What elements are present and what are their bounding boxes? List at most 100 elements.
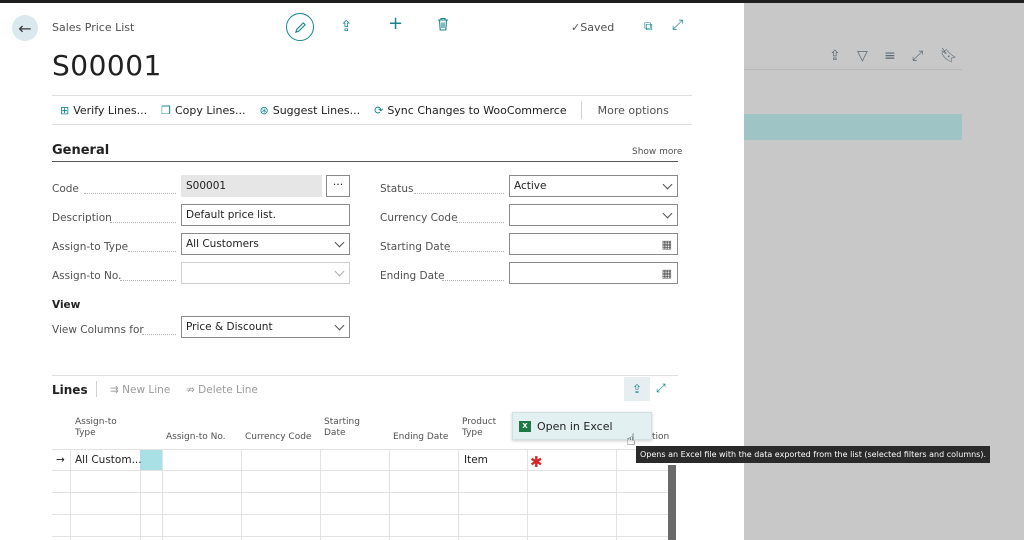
page-title: S00001 (52, 49, 162, 82)
general-section-title[interactable]: General (52, 143, 109, 158)
column-header-product-type[interactable]: Product Type (462, 417, 512, 439)
back-button[interactable]: ← (12, 15, 38, 41)
lines-title[interactable]: Lines (52, 383, 88, 397)
chevron-down-icon (662, 179, 673, 190)
grid-col-divider (458, 449, 459, 540)
column-header-starting-date[interactable]: Starting Date (324, 417, 374, 439)
chevron-down-icon (334, 266, 345, 277)
description-field[interactable]: Default price list. (181, 204, 350, 226)
trash-icon[interactable] (437, 17, 449, 35)
chevron-down-icon (662, 208, 673, 219)
sync-woocommerce-action[interactable]: ⟳ Sync Changes to WooCommerce (374, 104, 567, 117)
saved-status: ✓Saved (571, 21, 615, 34)
action-divider (580, 101, 582, 119)
grid-col-divider (70, 449, 71, 540)
row-arrow-icon[interactable]: → (56, 454, 65, 466)
grid-row-divider (52, 536, 668, 537)
code-assist-button[interactable]: ··· (326, 175, 350, 197)
calendar-icon[interactable]: ▦ (662, 267, 672, 280)
list-icon: ≡ (884, 48, 896, 64)
new-line-icon: ⇉ (110, 384, 119, 396)
expand-icon: ⤢ (912, 48, 924, 64)
column-header-partial[interactable]: tion (652, 432, 669, 443)
label-leader (142, 334, 176, 335)
starting-date-label: Starting Date (380, 241, 451, 253)
currency-code-select[interactable] (509, 204, 678, 226)
column-header-assign-to-type[interactable]: Assign-to Type (75, 417, 135, 439)
copy-icon: ❐ (161, 103, 171, 117)
filter-icon: ▽ (857, 48, 868, 64)
grid-col-divider (241, 449, 242, 540)
lines-divider (96, 381, 97, 397)
description-label: Description (52, 212, 112, 224)
delete-line-button[interactable]: ⇏ Delete Line (186, 384, 258, 396)
required-asterisk-icon: ✱ (530, 453, 543, 471)
label-leader (84, 193, 176, 194)
pencil-icon (294, 21, 306, 33)
code-field[interactable]: S00001 (181, 175, 322, 197)
copy-lines-action[interactable]: ❐ Copy Lines... (161, 104, 245, 117)
chevron-down-icon (334, 237, 345, 248)
share-icon: ⇪ (829, 48, 841, 64)
column-header-assign-to-no[interactable]: Assign-to No. (166, 432, 226, 443)
calendar-icon[interactable]: ▦ (662, 238, 672, 251)
grid-col-divider (527, 449, 528, 540)
more-options-button[interactable]: More options (598, 104, 669, 117)
label-leader (448, 251, 504, 252)
row1-assign-to-type[interactable]: All Custom... (75, 454, 142, 466)
assign-to-type-label: Assign-to Type (52, 241, 129, 253)
share-icon[interactable]: ⇪ (340, 17, 353, 35)
column-header-currency-code[interactable]: Currency Code (245, 432, 311, 443)
selected-cell[interactable] (140, 450, 162, 470)
action-bar: ⊞ Verify Lines... ❐ Copy Lines... ⊛ Suggest… (52, 95, 692, 125)
hand-pointer-icon: ☝ (626, 430, 636, 449)
arrow-left-icon: ← (18, 18, 32, 38)
label-leader (120, 280, 176, 281)
assign-to-no-select[interactable] (181, 262, 350, 284)
check-icon: ✓ (571, 21, 581, 34)
currency-code-label: Currency Code (380, 212, 458, 224)
assign-to-type-select[interactable]: All Customers (181, 233, 350, 255)
background-toolbar (744, 40, 962, 70)
assign-to-no-label: Assign-to No. (52, 270, 122, 282)
status-select[interactable]: Active (509, 175, 678, 197)
open-new-window-icon[interactable]: ⧉ (644, 19, 653, 34)
vertical-scrollbar[interactable] (668, 465, 676, 540)
grid-row-divider (52, 492, 668, 493)
verify-icon: ⊞ (60, 103, 70, 117)
starting-date-field[interactable]: ▦ (509, 233, 678, 255)
show-more-link[interactable]: Show more (632, 147, 682, 157)
suggest-lines-action[interactable]: ⊛ Suggest Lines... (260, 104, 361, 117)
lines-share-button[interactable]: ⇪ (624, 377, 650, 401)
new-line-button[interactable]: ⇉ New Line (110, 384, 170, 396)
grid-row-divider (52, 470, 668, 471)
bookmark-icon: 🔖︎ (940, 48, 958, 64)
verify-lines-action[interactable]: ⊞ Verify Lines... (60, 104, 147, 117)
row1-product-type[interactable]: Item (464, 454, 488, 466)
label-leader (442, 280, 504, 281)
sync-icon: ⟳ (374, 103, 384, 117)
suggest-icon: ⊛ (259, 103, 269, 117)
edit-button[interactable] (286, 13, 314, 41)
grid-col-divider (162, 449, 163, 540)
code-label: Code (52, 183, 79, 195)
column-header-ending-date[interactable]: Ending Date (393, 432, 448, 443)
share-icon: ⇪ (631, 382, 643, 396)
expand-icon[interactable]: ⤢ (672, 17, 683, 33)
section-divider (52, 161, 678, 162)
lines-expand-button[interactable]: ⤢ (656, 381, 666, 396)
open-in-excel-tooltip: Opens an Excel file with the data export… (636, 446, 991, 463)
expand-icon: ⤢ (656, 381, 666, 395)
background-selected-row (744, 114, 962, 140)
breadcrumb: Sales Price List (52, 21, 135, 34)
chevron-down-icon (334, 320, 345, 331)
delete-line-icon: ⇏ (186, 384, 195, 396)
sales-price-list-card: ← Sales Price List ⇪ + ✓Saved ⧉ ⤢ S00001… (0, 3, 744, 540)
grid-col-divider (320, 449, 321, 540)
plus-icon[interactable]: + (388, 13, 403, 34)
grid-row-divider (52, 514, 668, 515)
ending-date-field[interactable]: ▦ (509, 262, 678, 284)
status-label: Status (380, 183, 414, 195)
grid-col-divider (616, 449, 617, 540)
view-columns-select[interactable]: Price & Discount (181, 316, 350, 338)
